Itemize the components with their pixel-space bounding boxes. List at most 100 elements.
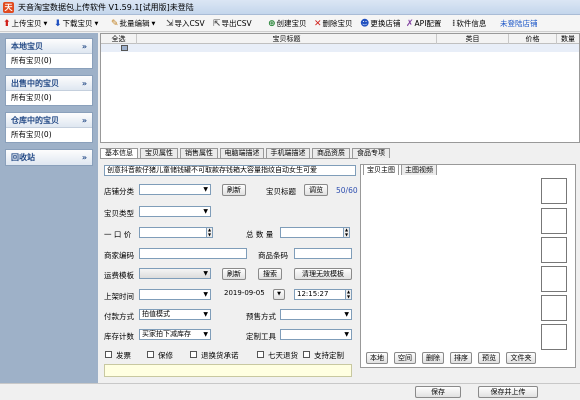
store-category-select[interactable]: ▼ — [139, 184, 211, 195]
expand-chevron-icon[interactable]: » — [82, 150, 87, 165]
sort-image-button[interactable]: 排序 — [450, 352, 472, 364]
date-field[interactable]: 2019-09-05 — [222, 289, 276, 300]
delete-item-button[interactable]: ✕ 删除宝贝 — [314, 17, 353, 30]
selling-items-panel: 出售中的宝贝» 所有宝贝(0) — [5, 75, 93, 106]
listing-time-select[interactable]: ▼ — [139, 289, 211, 300]
import-csv-button[interactable]: ⇲ 导入CSV — [166, 17, 205, 30]
warehouse-items-panel: 仓库中的宝贝» 所有宝贝(0) — [5, 112, 93, 143]
time-field[interactable]: 12:15:27 — [294, 289, 346, 300]
preview-image-button[interactable]: 预览 — [478, 352, 500, 364]
refresh-template-button[interactable]: 刷新 — [222, 268, 246, 280]
description-bar[interactable] — [104, 364, 352, 377]
add-icon: ⊕ — [268, 18, 276, 29]
collapse-chevron-icon[interactable]: » — [82, 39, 87, 54]
item-type-label: 宝贝类型 — [104, 209, 134, 218]
image-thumbnail[interactable] — [541, 266, 567, 292]
barcode-input[interactable] — [294, 248, 352, 259]
tab-main-video[interactable]: 主图视频 — [401, 164, 437, 175]
dropdown-arrow-icon: ▼ — [203, 270, 208, 277]
export-csv-button[interactable]: ⇱ 导出CSV — [213, 17, 252, 30]
create-item-button[interactable]: ⊕ 创建宝贝 — [268, 17, 307, 30]
download-button[interactable]: ⬇ 下载宝贝 ▼ — [54, 17, 98, 30]
save-button[interactable]: 保存 — [415, 386, 461, 398]
presale-label: 预售方式 — [246, 312, 276, 321]
invoice-checkbox[interactable] — [105, 351, 112, 358]
table-row[interactable] — [101, 44, 579, 52]
seven-day-return-checkbox[interactable] — [257, 351, 264, 358]
time-spinner[interactable]: ▲ ▼ — [345, 289, 352, 300]
title-char-count: 50/60 — [336, 186, 358, 195]
image-thumbnail[interactable] — [541, 208, 567, 234]
price-spinner[interactable]: ▲ ▼ — [206, 227, 213, 238]
shipping-template-select[interactable]: ▼ — [139, 268, 211, 279]
column-price[interactable]: 价格 — [509, 34, 557, 44]
tools-icon: ✗ — [406, 18, 414, 29]
recycle-bin-panel: 回收站» — [5, 149, 93, 166]
item-type-select[interactable]: ▼ — [139, 206, 211, 217]
column-quantity[interactable]: 数量 — [557, 34, 579, 44]
row-checkbox[interactable] — [121, 45, 128, 51]
seven-day-return-label: 七天退货 — [268, 351, 298, 360]
panel-header[interactable]: 回收站» — [6, 150, 92, 165]
calendar-dropdown-icon[interactable]: ▼ — [273, 289, 285, 300]
sidebar-item-selling-all[interactable]: 所有宝贝(0) — [6, 91, 92, 105]
image-thumbnail[interactable] — [541, 295, 567, 321]
search-template-button[interactable]: 搜索 — [258, 268, 282, 280]
folder-image-button[interactable]: 文件夹 — [506, 352, 536, 364]
preview-button[interactable]: 调览 — [304, 184, 328, 196]
refund-promise-checkbox[interactable] — [190, 351, 197, 358]
panel-header[interactable]: 仓库中的宝贝» — [6, 113, 92, 128]
clear-invalid-templates-button[interactable]: 清理无效模板 — [294, 268, 352, 280]
software-info-button[interactable]: ⁝ 软件信息 — [452, 17, 486, 30]
invoice-label: 发票 — [116, 351, 131, 360]
panel-header[interactable]: 出售中的宝贝» — [6, 76, 92, 91]
sidebar-item-local-all[interactable]: 所有宝贝(0) — [6, 54, 92, 68]
local-image-button[interactable]: 本地 — [366, 352, 388, 364]
warranty-label: 保修 — [158, 351, 173, 360]
column-category[interactable]: 类目 — [437, 34, 509, 44]
tab-qualification[interactable]: 商品资质 — [312, 148, 350, 158]
warranty-checkbox[interactable] — [147, 351, 154, 358]
title-text-field[interactable]: 创意抖音款仔猪儿童储钱罐不可取款存钱箱大容量指纹自动女生可爱 — [104, 165, 356, 176]
custom-tool-select[interactable]: ▼ — [280, 329, 352, 340]
presale-select[interactable]: ▼ — [280, 309, 352, 320]
price-input[interactable] — [139, 227, 207, 238]
collapse-chevron-icon[interactable]: » — [82, 76, 87, 91]
quantity-input[interactable] — [280, 227, 344, 238]
dropdown-arrow-icon: ▼ — [151, 20, 156, 27]
collapse-chevron-icon[interactable]: » — [82, 113, 87, 128]
column-select-all[interactable]: 全选 — [101, 34, 137, 44]
custom-tool-label: 定制工具 — [246, 332, 276, 341]
items-table[interactable]: 全选 宝贝标题 类目 价格 数量 — [100, 33, 580, 143]
delete-image-button[interactable]: 删除 — [422, 352, 444, 364]
login-status-link[interactable]: 未登陆店铺 — [500, 17, 538, 30]
tab-item-attributes[interactable]: 宝贝属性 — [140, 148, 178, 158]
space-image-button[interactable]: 空间 — [394, 352, 416, 364]
dropdown-arrow-icon: ▼ — [344, 311, 349, 318]
tab-pc-description[interactable]: 电脑端描述 — [220, 148, 264, 158]
refresh-category-button[interactable]: 刷新 — [222, 184, 246, 196]
merchant-code-input[interactable] — [139, 248, 247, 259]
upload-button[interactable]: ⬆ 上传宝贝 ▼ — [3, 17, 47, 30]
save-and-upload-button[interactable]: 保存并上传 — [478, 386, 538, 398]
quantity-spinner[interactable]: ▲ ▼ — [343, 227, 350, 238]
change-store-button[interactable]: ☻ 更换店铺 — [360, 17, 400, 30]
image-thumbnail[interactable] — [541, 324, 567, 350]
api-config-button[interactable]: ✗ API配置 — [406, 17, 441, 30]
support-custom-checkbox[interactable] — [303, 351, 310, 358]
sidebar-item-warehouse-all[interactable]: 所有宝贝(0) — [6, 128, 92, 142]
tab-mobile-description[interactable]: 手机端描述 — [266, 148, 310, 158]
column-title[interactable]: 宝贝标题 — [137, 34, 437, 44]
tab-sales-attributes[interactable]: 销售属性 — [180, 148, 218, 158]
image-thumbnail[interactable] — [541, 178, 567, 204]
payment-method-select[interactable]: 拍值模式 ▼ — [139, 309, 211, 320]
stock-count-select[interactable]: 买家拍下减库存 ▼ — [139, 329, 211, 340]
tab-main-image[interactable]: 宝贝主图 — [363, 164, 399, 175]
batch-edit-button[interactable]: ✎ 批量编辑 ▼ — [111, 17, 155, 30]
image-thumbnail[interactable] — [541, 237, 567, 263]
arrow-up-icon: ⬆ — [3, 18, 11, 29]
barcode-label: 商品条码 — [258, 251, 288, 260]
tab-food[interactable]: 食品专项 — [352, 148, 390, 158]
panel-header[interactable]: 本地宝贝» — [6, 39, 92, 54]
export-icon: ⇱ — [213, 18, 221, 29]
